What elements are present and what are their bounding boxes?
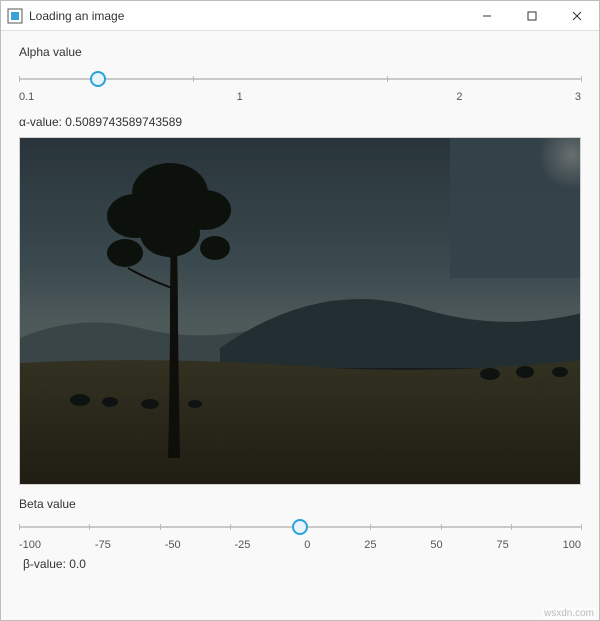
tick-label: -100 <box>19 539 41 551</box>
slider-tick <box>441 524 442 530</box>
tick-label: 0.1 <box>19 91 34 103</box>
tick-label: 0 <box>304 539 310 551</box>
tick-label: 3 <box>575 91 581 103</box>
slider-tick <box>193 76 194 82</box>
landscape-image <box>20 138 581 485</box>
tick-label: -50 <box>165 539 181 551</box>
close-button[interactable] <box>554 1 599 31</box>
tick-label: 2 <box>456 91 462 103</box>
tick-label: 75 <box>497 539 509 551</box>
beta-section: Beta value -100 -75 -50 -25 0 25 <box>19 497 581 571</box>
minimize-button[interactable] <box>464 1 509 31</box>
slider-tick <box>19 524 20 530</box>
tick-label: 100 <box>563 539 581 551</box>
beta-label: Beta value <box>19 497 581 511</box>
slider-tick <box>89 524 90 530</box>
slider-tick <box>581 524 582 530</box>
alpha-label: Alpha value <box>19 45 581 59</box>
slider-tick <box>19 76 20 82</box>
alpha-value-text: α-value: 0.5089743589743589 <box>19 115 581 129</box>
tick-label: -25 <box>234 539 250 551</box>
slider-tick <box>581 76 582 82</box>
tick-label: -75 <box>95 539 111 551</box>
window-title: Loading an image <box>29 9 124 23</box>
beta-tick-labels: -100 -75 -50 -25 0 25 50 75 100 <box>19 539 581 551</box>
alpha-tick-labels: 0.1 1 2 3 <box>19 91 581 103</box>
app-icon <box>7 8 23 24</box>
maximize-button[interactable] <box>509 1 554 31</box>
watermark: wsxdn.com <box>542 608 596 619</box>
tick-label: 25 <box>364 539 376 551</box>
image-view <box>19 137 581 485</box>
app-window: Loading an image Alpha value 0.1 1 2 3 α… <box>0 0 600 621</box>
tick-label: 50 <box>430 539 442 551</box>
title-bar: Loading an image <box>1 1 599 31</box>
slider-tick <box>160 524 161 530</box>
content-area: Alpha value 0.1 1 2 3 α-value: 0.5089743… <box>1 31 599 620</box>
beta-slider-thumb[interactable] <box>292 519 308 535</box>
alpha-slider-thumb[interactable] <box>90 71 106 87</box>
tick-label: 1 <box>237 91 243 103</box>
beta-slider[interactable] <box>19 517 581 537</box>
slider-tick <box>370 524 371 530</box>
beta-value-text: β-value: 0.0 <box>23 557 581 571</box>
slider-tick <box>387 76 388 82</box>
alpha-slider[interactable] <box>19 69 581 89</box>
slider-tick <box>230 524 231 530</box>
slider-tick <box>511 524 512 530</box>
